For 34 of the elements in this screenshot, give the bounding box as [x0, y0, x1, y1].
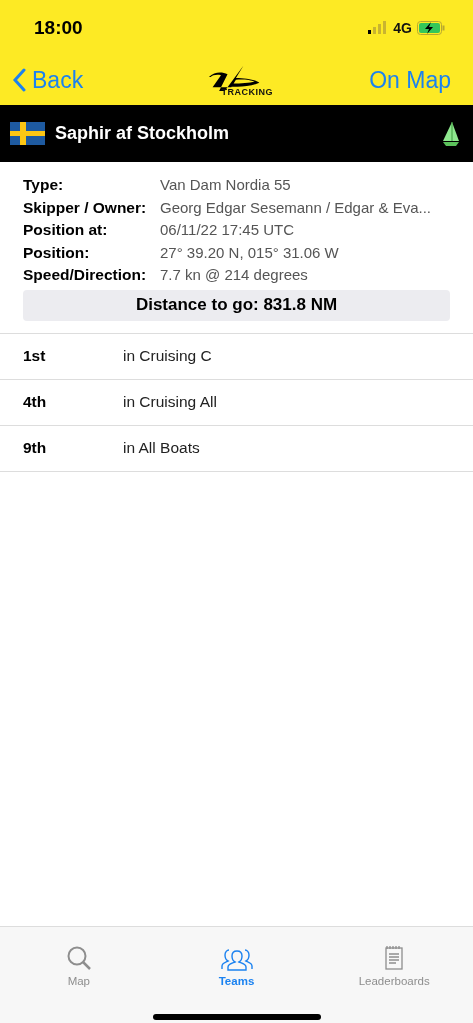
- rank: 4th: [23, 393, 48, 411]
- notepad-icon: [384, 945, 405, 971]
- rank: 9th: [23, 439, 48, 457]
- boat-name: Saphir af Stockholm: [55, 123, 231, 144]
- detail-label: Position at:: [23, 220, 109, 240]
- detail-value: Van Dam Nordia 55: [160, 175, 291, 195]
- network-type: 4G: [393, 19, 412, 36]
- logo-text: TRACKING: [221, 86, 273, 97]
- chevron-left-icon: [12, 68, 26, 92]
- division: in Cruising C: [123, 347, 212, 365]
- on-map-button[interactable]: On Map: [369, 66, 451, 94]
- detail-value: 27° 39.20 N, 015° 31.06 W: [160, 242, 339, 263]
- division: in All Boats: [123, 439, 200, 457]
- status-time: 18:00: [34, 16, 83, 39]
- detail-value: 06/11/22 17:45 UTC: [160, 220, 294, 240]
- distance-banner: Distance to go: 831.8 NM: [23, 289, 450, 321]
- battery-charging-icon: [417, 20, 445, 35]
- detail-value: 7.7 kn @ 214 degrees: [160, 265, 308, 285]
- rank: 1st: [23, 347, 47, 365]
- detail-label: Type:: [23, 175, 65, 195]
- sailboat-icon: [441, 120, 461, 147]
- detail-label: Skipper / Owner:: [23, 197, 148, 218]
- division: in Cruising All: [123, 393, 217, 411]
- people-icon: [219, 947, 254, 971]
- detail-value: Georg Edgar Sesemann / Edgar & Eva...: [160, 197, 431, 218]
- flag-icon: [10, 122, 45, 145]
- search-icon: [65, 945, 92, 971]
- tab[interactable]: Map: [0, 927, 158, 987]
- detail-label: Speed/Direction:: [23, 265, 148, 285]
- detail-label: Position:: [23, 242, 91, 263]
- signal-icon: [368, 21, 389, 34]
- back-button[interactable]: Back: [12, 66, 84, 94]
- tab[interactable]: Leaderboards: [315, 927, 473, 987]
- tab[interactable]: Teams: [157, 927, 316, 987]
